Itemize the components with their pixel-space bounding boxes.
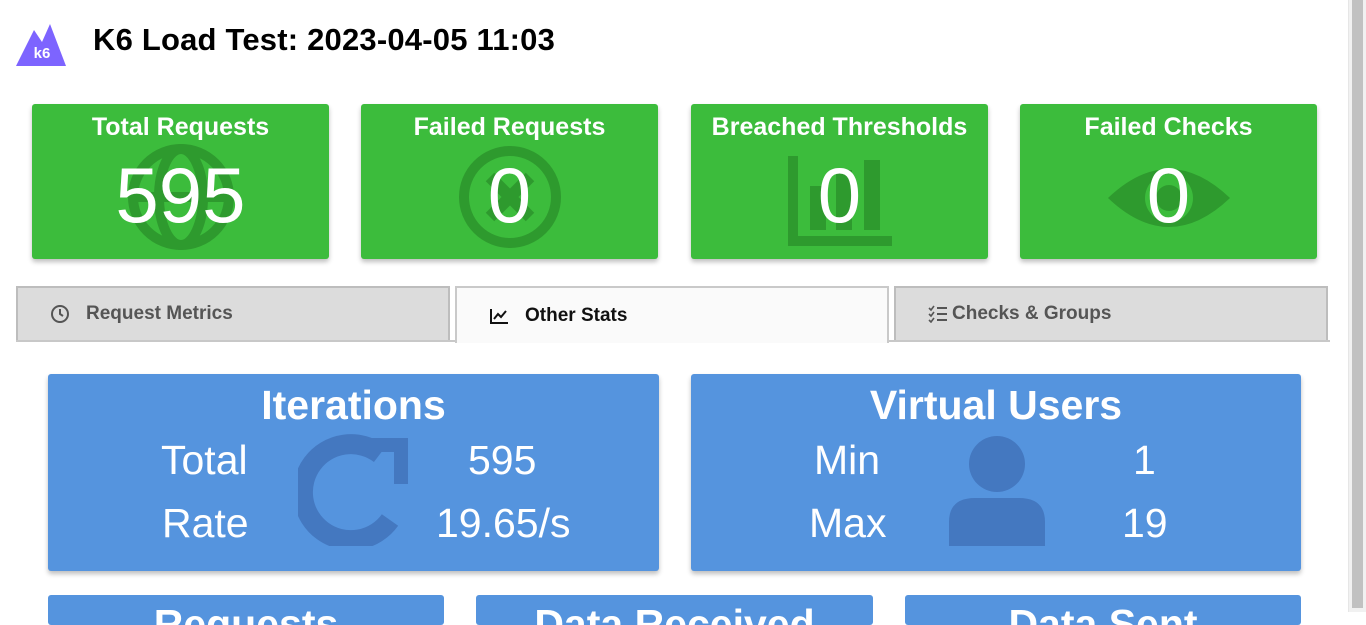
card-value: 0 — [817, 151, 862, 239]
checklist-icon — [928, 305, 948, 323]
scrollbar-thumb[interactable] — [1352, 0, 1363, 608]
virtual-users-title: Virtual Users — [869, 382, 1123, 428]
card-label: Breached Thresholds — [711, 113, 968, 141]
refresh-icon — [298, 434, 408, 546]
data-sent-card: Data Sent — [905, 595, 1301, 625]
data-received-card: Data Received — [476, 595, 873, 625]
virtual-users-card: Virtual Users Min 1 Max 19 — [691, 374, 1301, 571]
tab-request-metrics[interactable]: Request Metrics — [16, 286, 450, 340]
total-requests-card: Total Requests 595 — [32, 104, 329, 259]
total-label: Total — [161, 437, 248, 483]
tab-bar: Request Metrics Other Stats Checks & Gro… — [16, 286, 1330, 343]
card-label: Failed Checks — [1084, 113, 1253, 141]
user-icon — [949, 436, 1045, 546]
tab-label: Request Metrics — [86, 303, 233, 324]
data-received-title: Data Received — [534, 601, 815, 625]
rate-label: Rate — [162, 500, 249, 546]
svg-text:k6: k6 — [34, 45, 51, 62]
card-label: Failed Requests — [413, 113, 606, 141]
card-label: Total Requests — [91, 113, 270, 141]
failed-requests-card: Failed Requests 0 — [361, 104, 658, 259]
line-chart-icon — [489, 307, 509, 325]
tab-other-stats[interactable]: Other Stats — [455, 286, 889, 343]
requests-card: Requests — [48, 595, 444, 625]
rate-value: 19.65/s — [436, 500, 571, 546]
breached-thresholds-card: Breached Thresholds 0 — [691, 104, 988, 259]
card-value: 0 — [487, 151, 532, 239]
card-value: 0 — [1146, 151, 1191, 239]
page-title: K6 Load Test: 2023-04-05 11:03 — [93, 22, 556, 57]
failed-checks-card: Failed Checks 0 — [1020, 104, 1317, 259]
tab-label: Checks & Groups — [952, 303, 1112, 324]
iterations-title: Iterations — [261, 382, 446, 428]
header: k6 — [16, 20, 66, 68]
iterations-card: Iterations Total 595 Rate 19.65/s — [48, 374, 659, 571]
card-value: 595 — [115, 151, 246, 239]
tab-label: Other Stats — [525, 304, 628, 326]
requests-title: Requests — [153, 601, 339, 625]
clock-icon — [50, 304, 70, 324]
min-value: 1 — [1133, 437, 1156, 483]
k6-logo: k6 — [16, 24, 66, 66]
vertical-scrollbar[interactable] — [1348, 0, 1366, 612]
tab-checks-groups[interactable]: Checks & Groups — [894, 286, 1328, 340]
total-value: 595 — [468, 437, 537, 483]
min-label: Min — [814, 437, 881, 483]
max-label: Max — [809, 500, 887, 546]
max-value: 19 — [1122, 500, 1168, 546]
data-sent-title: Data Sent — [1008, 601, 1198, 625]
